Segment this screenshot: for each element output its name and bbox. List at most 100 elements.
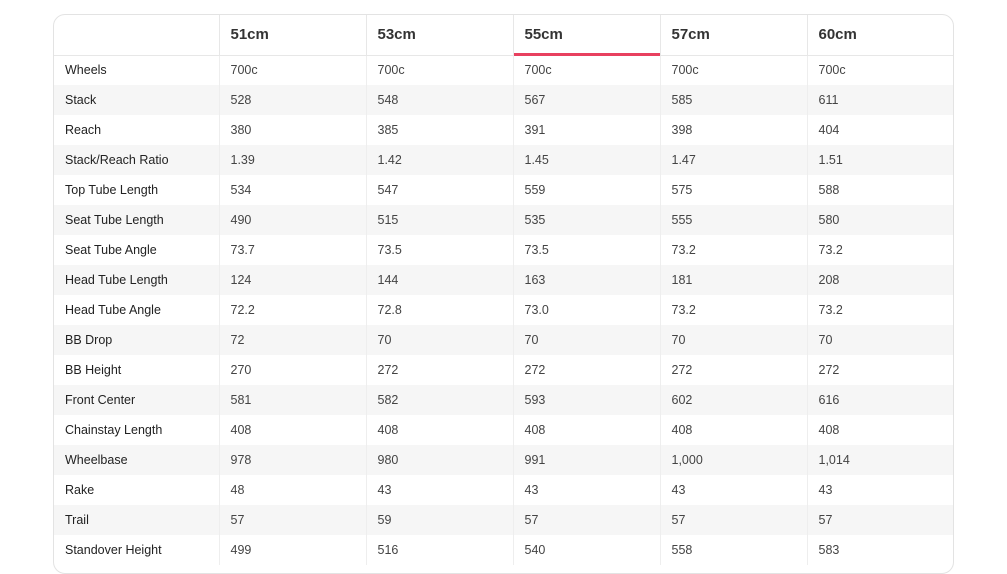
row-label: Seat Tube Length — [54, 205, 219, 235]
cell-value: 1.47 — [659, 145, 807, 175]
cell-value: 540 — [512, 535, 660, 565]
cell-value: 408 — [659, 415, 807, 445]
cell-value: 70 — [806, 325, 953, 355]
cell-value: 580 — [806, 205, 953, 235]
cell-value: 208 — [806, 265, 953, 295]
cell-value: 583 — [806, 535, 953, 565]
cell-value: 43 — [512, 475, 660, 505]
table-row: Reach 380 385 391 398 404 — [54, 115, 953, 145]
cell-value: 1.51 — [806, 145, 953, 175]
table-row: Chainstay Length 408 408 408 408 408 — [54, 415, 953, 445]
cell-value: 490 — [218, 205, 366, 235]
row-label: Head Tube Angle — [65, 303, 161, 317]
cell-value: 391 — [512, 115, 660, 145]
cell-value: 581 — [218, 385, 366, 415]
cell-value: 499 — [218, 535, 366, 565]
table-row: Standover Height 499 516 540 558 583 — [54, 535, 953, 565]
cell-value: 48 — [218, 475, 366, 505]
cell-value: 73.2 — [659, 295, 807, 325]
cell-value: 555 — [659, 205, 807, 235]
cell-value: 404 — [806, 115, 953, 145]
cell-value: 73.0 — [512, 295, 660, 325]
cell-value: 611 — [806, 85, 953, 115]
geometry-table-card: 51cm 53cm 55cm 57cm 60cm Wheels 700c 700… — [53, 14, 954, 574]
cell-value: 380 — [218, 115, 366, 145]
table-row: Stack 528 548 567 585 611 — [54, 85, 953, 115]
row-label: Wheels — [65, 63, 107, 78]
cell-value: 408 — [512, 415, 660, 445]
row-label: BB Height — [65, 363, 122, 377]
cell-value: 72.8 — [365, 295, 513, 325]
cell-value: 535 — [512, 205, 660, 235]
cell-value: 57 — [806, 505, 953, 535]
cell-value: 43 — [365, 475, 513, 505]
row-label: Stack/Reach Ratio — [54, 145, 219, 175]
row-label: Rake — [65, 483, 95, 497]
cell-value: 516 — [365, 535, 513, 565]
table-row: Seat Tube Length 490 515 535 555 580 — [54, 205, 953, 235]
size-tab-55cm[interactable]: 55cm — [512, 15, 660, 56]
cell-value: 700c — [659, 55, 807, 85]
table-row: Wheelbase 978 980 991 1,000 1,014 — [54, 445, 953, 475]
cell-value: 272 — [365, 355, 513, 385]
size-tab-51cm[interactable]: 51cm — [218, 15, 366, 56]
cell-value: 559 — [512, 175, 660, 205]
cell-value: 978 — [218, 445, 366, 475]
cell-value: 548 — [365, 85, 513, 115]
cell-value: 700c — [806, 55, 953, 85]
cell-value: 700c — [512, 55, 660, 85]
cell-value: 43 — [659, 475, 807, 505]
cell-value: 43 — [806, 475, 953, 505]
table-row: Front Center 581 582 593 602 616 — [54, 385, 953, 415]
table-body: Wheels 700c 700c 700c 700c 700c Stack 52… — [54, 55, 953, 565]
table-row: Rake 48 43 43 43 43 — [54, 475, 953, 505]
row-label: Standover Height — [65, 543, 162, 557]
cell-value: 181 — [659, 265, 807, 295]
table-row: Trail 57 59 57 57 57 — [54, 505, 953, 535]
cell-value: 272 — [659, 355, 807, 385]
cell-value: 1,000 — [659, 445, 807, 475]
table-row: Stack/Reach Ratio 1.39 1.42 1.45 1.47 1.… — [54, 145, 953, 175]
table-row: BB Height 270 272 272 272 272 — [54, 355, 953, 385]
cell-value: 59 — [365, 505, 513, 535]
row-label: Chainstay Length — [65, 423, 163, 437]
cell-value: 700c — [218, 55, 366, 85]
header-label-column — [54, 15, 219, 56]
cell-value: 585 — [659, 85, 807, 115]
cell-value: 1.39 — [218, 145, 366, 175]
cell-value: 582 — [365, 385, 513, 415]
cell-value: 534 — [218, 175, 366, 205]
cell-value: 70 — [659, 325, 807, 355]
cell-value: 124 — [218, 265, 366, 295]
cell-value: 57 — [512, 505, 660, 535]
cell-value: 144 — [365, 265, 513, 295]
cell-value: 980 — [365, 445, 513, 475]
cell-value: 70 — [512, 325, 660, 355]
cell-value: 1.42 — [365, 145, 513, 175]
cell-value: 398 — [659, 115, 807, 145]
row-label: BB Drop — [54, 325, 219, 355]
cell-value: 991 — [512, 445, 660, 475]
table-row: Wheels 700c 700c 700c 700c 700c — [54, 55, 953, 85]
cell-value: 408 — [365, 415, 513, 445]
cell-value: 408 — [806, 415, 953, 445]
cell-value: 528 — [218, 85, 366, 115]
cell-value: 163 — [512, 265, 660, 295]
size-tab-57cm[interactable]: 57cm — [659, 15, 807, 56]
size-tab-60cm[interactable]: 60cm — [806, 15, 953, 56]
cell-value: 70 — [365, 325, 513, 355]
table-row: Head Tube Angle 72.2 72.8 73.0 73.2 73.2 — [54, 295, 953, 325]
cell-value: 57 — [218, 505, 366, 535]
cell-value: 57 — [659, 505, 807, 535]
row-label: Trail — [54, 505, 219, 535]
cell-value: 558 — [659, 535, 807, 565]
size-tab-53cm[interactable]: 53cm — [365, 15, 513, 56]
cell-value: 567 — [512, 85, 660, 115]
row-label: Wheelbase — [54, 445, 219, 475]
row-label: Seat Tube Angle — [65, 243, 157, 257]
cell-value: 408 — [218, 415, 366, 445]
table-row: Head Tube Length 124 144 163 181 208 — [54, 265, 953, 295]
cell-value: 588 — [806, 175, 953, 205]
row-label: Top Tube Length — [65, 183, 159, 197]
cell-value: 73.2 — [806, 295, 953, 325]
